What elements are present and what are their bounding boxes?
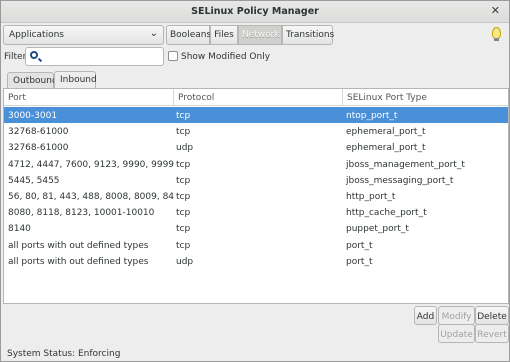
port-cell: 32768-61000 [8, 127, 69, 138]
table-row[interactable]: all ports with out defined types udp port_… [4, 253, 508, 269]
status-bar: System Status: Enforcing [7, 349, 121, 359]
ports-table: Port Protocol SELinux Port Type 3000-300… [3, 88, 509, 304]
delete-button[interactable]: Delete [475, 306, 509, 325]
port-cell: 8080, 8118, 8123, 10001-10010 [8, 208, 155, 219]
titlebar: SELinux Policy Manager ✕ [1, 1, 509, 23]
tab-files[interactable]: Files [210, 25, 238, 45]
table-row[interactable]: 56, 80, 81, 443, 488, 8008, 8009, 8443, t… [4, 188, 508, 204]
search-icon [30, 51, 38, 59]
tab-inbound[interactable]: Inbound [54, 71, 97, 89]
protocol-cell: tcp [176, 159, 191, 170]
port-type-cell: port_t [346, 240, 373, 251]
port-cell: all ports with out defined types [8, 256, 149, 267]
table-row[interactable]: all ports with out defined types tcp port_… [4, 237, 508, 253]
port-type-cell: port_t [346, 256, 373, 267]
port-type-cell: ephemeral_port_t [346, 143, 426, 154]
port-type-cell: http_cache_port_t [346, 208, 427, 219]
port-type-cell: ntop_port_t [346, 111, 398, 121]
column-header-port-type[interactable]: SELinux Port Type [342, 89, 427, 106]
protocol-cell: tcp [176, 224, 191, 235]
filter-row: Filter Show Modified Only [1, 46, 509, 66]
port-type-cell: ephemeral_port_t [346, 127, 426, 138]
toolbar: Applications ⌄ Booleans Files Network Tr… [1, 24, 509, 46]
window-title: SELinux Policy Manager [191, 6, 319, 17]
port-cell: 8140 [8, 224, 31, 235]
protocol-cell: tcp [176, 127, 191, 138]
port-cell: 56, 80, 81, 443, 488, 8008, 8009, 8443, [8, 192, 174, 202]
port-type-cell: puppet_port_t [346, 224, 409, 235]
module-select-value: Applications [9, 30, 64, 40]
filter-label: Filter [4, 52, 27, 62]
port-cell: 3000-3001 [8, 111, 58, 121]
protocol-cell: udp [176, 256, 194, 267]
update-button[interactable]: Update [438, 324, 475, 343]
tab-transitions[interactable]: Transitions [282, 25, 334, 45]
add-button[interactable]: Add [414, 306, 437, 325]
protocol-cell: tcp [176, 240, 191, 251]
port-type-cell: jboss_messaging_port_t [346, 175, 454, 186]
port-type-cell: jboss_management_port_t [346, 159, 465, 170]
filter-input[interactable] [25, 47, 164, 66]
table-row[interactable]: 4712, 4447, 7600, 9123, 9990, 9999, 1 tcp… [4, 156, 508, 172]
modify-button[interactable]: Modify [438, 306, 475, 325]
show-modified-label: Show Modified Only [181, 52, 271, 62]
show-modified-checkbox[interactable] [168, 51, 178, 61]
protocol-cell: tcp [176, 192, 191, 202]
protocol-cell: tcp [176, 175, 191, 186]
main-window: SELinux Policy Manager ✕ Applications ⌄ … [0, 0, 510, 362]
port-type-cell: http_port_t [346, 192, 396, 202]
tab-outbound[interactable]: Outbound [7, 72, 58, 88]
port-cell: 4712, 4447, 7600, 9123, 9990, 9999, 1 [8, 159, 174, 170]
port-cell: all ports with out defined types [8, 240, 149, 251]
table-row[interactable]: 5445, 5455 tcp jboss_messaging_port_t [4, 172, 508, 188]
table-row[interactable]: 3000-3001 tcp ntop_port_t [4, 107, 508, 123]
protocol-cell: tcp [176, 208, 191, 219]
column-header-protocol[interactable]: Protocol [173, 89, 214, 106]
tab-network[interactable]: Network [238, 25, 282, 45]
chevron-down-icon: ⌄ [149, 28, 158, 39]
table-header: Port Protocol SELinux Port Type [4, 89, 508, 106]
tab-booleans[interactable]: Booleans [166, 25, 211, 45]
close-icon[interactable]: ✕ [491, 4, 500, 17]
table-row[interactable]: 32768-61000 udp ephemeral_port_t [4, 139, 508, 155]
table-row[interactable]: 8080, 8118, 8123, 10001-10010 tcp http_cac… [4, 204, 508, 220]
port-cell: 32768-61000 [8, 143, 69, 154]
lightbulb-icon[interactable] [492, 27, 501, 41]
table-row[interactable]: 32768-61000 tcp ephemeral_port_t [4, 123, 508, 139]
column-header-port[interactable]: Port [8, 93, 26, 103]
port-cell: 5445, 5455 [8, 175, 60, 186]
protocol-cell: udp [176, 143, 194, 154]
revert-button[interactable]: Revert [475, 324, 509, 343]
protocol-cell: tcp [176, 111, 191, 121]
module-select[interactable]: Applications ⌄ [3, 25, 164, 45]
table-row[interactable]: 8140 tcp puppet_port_t [4, 220, 508, 236]
